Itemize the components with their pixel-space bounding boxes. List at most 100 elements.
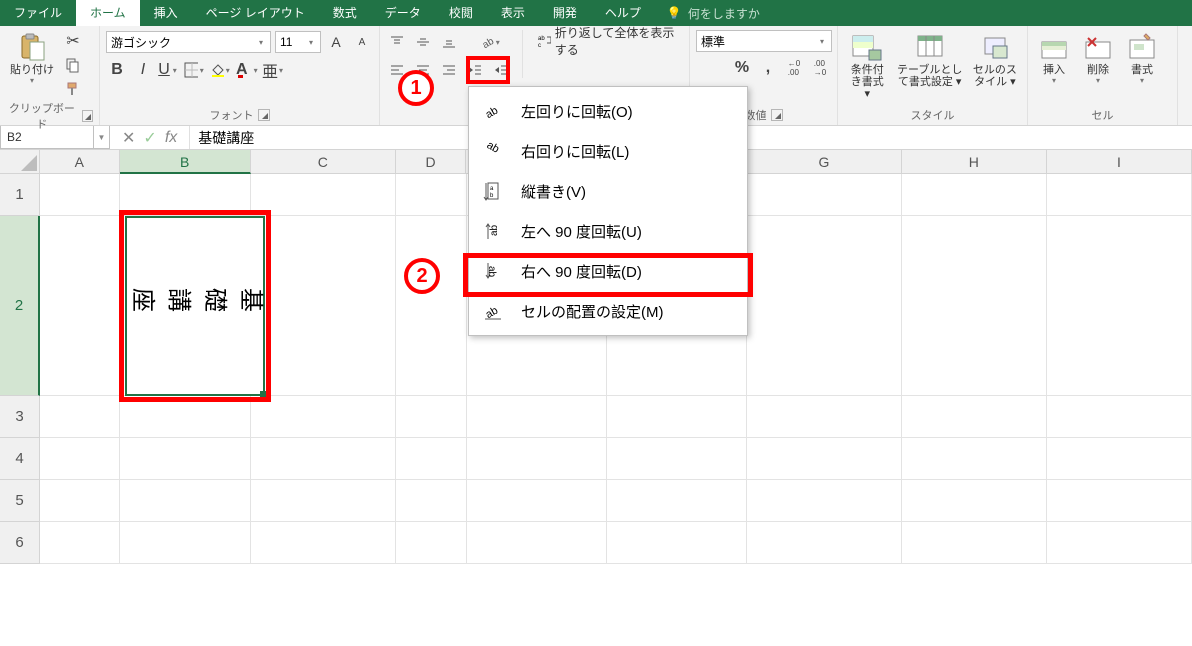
tab-help[interactable]: ヘルプ bbox=[591, 0, 655, 26]
cell-H6[interactable] bbox=[902, 522, 1047, 563]
align-bottom[interactable] bbox=[438, 31, 460, 53]
orient-rotate-down[interactable]: ab 右へ 90 度回転(D) bbox=[469, 251, 747, 291]
orient-rotate-ccw[interactable]: ab 左回りに回転(O) bbox=[469, 91, 747, 131]
cell-A4[interactable] bbox=[40, 438, 120, 479]
cell-D3[interactable] bbox=[396, 396, 467, 437]
comma-button[interactable]: , bbox=[757, 57, 779, 79]
align-right[interactable] bbox=[438, 59, 460, 81]
paste-dd[interactable]: ▾ bbox=[27, 76, 37, 85]
tab-formulas[interactable]: 数式 bbox=[319, 0, 371, 26]
align-top[interactable] bbox=[386, 31, 408, 53]
table-format-button[interactable]: テーブルとして書式設定 ▾ bbox=[892, 30, 966, 90]
row-header-5[interactable]: 5 bbox=[0, 480, 40, 522]
cut-button[interactable]: ✂ bbox=[62, 30, 84, 52]
font-dlg[interactable] bbox=[258, 109, 270, 121]
cell-E5[interactable] bbox=[467, 480, 607, 521]
cell-D1[interactable] bbox=[396, 174, 467, 215]
cell-B1[interactable] bbox=[120, 174, 251, 215]
col-header-B[interactable]: B bbox=[120, 150, 251, 174]
cell-E3[interactable] bbox=[467, 396, 607, 437]
cell-C2[interactable] bbox=[251, 216, 396, 395]
cell-B6[interactable] bbox=[120, 522, 251, 563]
col-header-A[interactable]: A bbox=[40, 150, 120, 174]
bold-button[interactable]: B bbox=[106, 59, 128, 81]
row-header-4[interactable]: 4 bbox=[0, 438, 40, 480]
cell-G6[interactable] bbox=[747, 522, 901, 563]
tab-pagelayout[interactable]: ページ レイアウト bbox=[192, 0, 319, 26]
cell-I5[interactable] bbox=[1047, 480, 1192, 521]
phonetic-button[interactable]: 亜▾ bbox=[262, 59, 284, 81]
paste-button[interactable]: 貼り付け ▾ bbox=[6, 30, 58, 87]
number-format-combo[interactable]: 標準▾ bbox=[696, 30, 832, 52]
wrap-text-button[interactable]: abc 折り返して全体を表示する bbox=[533, 30, 683, 52]
cell-F6[interactable] bbox=[607, 522, 747, 563]
cancel-formula-button[interactable]: ✕ bbox=[122, 128, 135, 148]
cell-G2[interactable] bbox=[747, 216, 901, 395]
clipboard-dlg[interactable] bbox=[82, 110, 93, 122]
cell-B3[interactable] bbox=[120, 396, 251, 437]
cell-A1[interactable] bbox=[40, 174, 120, 215]
tab-data[interactable]: データ bbox=[371, 0, 435, 26]
cell-A2[interactable] bbox=[40, 216, 120, 395]
tab-view[interactable]: 表示 bbox=[487, 0, 539, 26]
decrease-font-button[interactable]: A bbox=[351, 31, 373, 53]
decrease-decimal[interactable]: .00→0 bbox=[809, 57, 831, 79]
cell-A3[interactable] bbox=[40, 396, 120, 437]
tab-home[interactable]: ホーム bbox=[76, 0, 140, 26]
italic-button[interactable]: I bbox=[132, 59, 154, 81]
orient-rotate-up[interactable]: ab 左へ 90 度回転(U) bbox=[469, 211, 747, 251]
borders-button[interactable]: ▾ bbox=[184, 59, 206, 81]
cell-E4[interactable] bbox=[467, 438, 607, 479]
tab-file[interactable]: ファイル bbox=[0, 0, 76, 26]
cell-F3[interactable] bbox=[607, 396, 747, 437]
insert-cells-button[interactable]: 挿入▾ bbox=[1034, 30, 1074, 87]
cell-I4[interactable] bbox=[1047, 438, 1192, 479]
cell-G1[interactable] bbox=[747, 174, 901, 215]
enter-formula-button[interactable]: ✓ bbox=[143, 128, 156, 148]
cell-style-button[interactable]: セルのスタイル ▾ bbox=[969, 30, 1021, 90]
orientation-button[interactable]: ab▾ bbox=[480, 31, 502, 53]
cell-H4[interactable] bbox=[902, 438, 1047, 479]
cell-H3[interactable] bbox=[902, 396, 1047, 437]
cell-H5[interactable] bbox=[902, 480, 1047, 521]
increase-decimal[interactable]: ←0.00 bbox=[783, 57, 805, 79]
decrease-indent[interactable] bbox=[464, 59, 486, 81]
cell-A6[interactable] bbox=[40, 522, 120, 563]
cell-C5[interactable] bbox=[251, 480, 396, 521]
col-header-C[interactable]: C bbox=[251, 150, 396, 174]
col-header-G[interactable]: G bbox=[747, 150, 902, 174]
orient-rotate-cw[interactable]: ab 右回りに回転(L) bbox=[469, 131, 747, 171]
active-cell-b2[interactable]: 基礎講座 bbox=[125, 216, 265, 396]
tab-developer[interactable]: 開発 bbox=[539, 0, 591, 26]
cell-I6[interactable] bbox=[1047, 522, 1192, 563]
cell-G5[interactable] bbox=[747, 480, 901, 521]
cell-D5[interactable] bbox=[396, 480, 467, 521]
font-name-combo[interactable]: 游ゴシック▾ bbox=[106, 31, 271, 53]
underline-button[interactable]: U▾ bbox=[158, 59, 180, 81]
percent-button[interactable]: % bbox=[731, 57, 753, 79]
delete-cells-button[interactable]: 削除▾ bbox=[1078, 30, 1118, 87]
cell-D2[interactable] bbox=[396, 216, 467, 395]
cell-G4[interactable] bbox=[747, 438, 901, 479]
cell-B5[interactable] bbox=[120, 480, 251, 521]
cell-D4[interactable] bbox=[396, 438, 467, 479]
cond-format-button[interactable]: 条件付き書式 ▾ bbox=[844, 30, 890, 102]
row-header-6[interactable]: 6 bbox=[0, 522, 40, 564]
cell-G3[interactable] bbox=[747, 396, 901, 437]
tab-review[interactable]: 校閲 bbox=[435, 0, 487, 26]
align-middle[interactable] bbox=[412, 31, 434, 53]
col-header-D[interactable]: D bbox=[396, 150, 466, 174]
copy-button[interactable] bbox=[62, 54, 84, 76]
cell-C4[interactable] bbox=[251, 438, 396, 479]
cell-B4[interactable] bbox=[120, 438, 251, 479]
format-painter-button[interactable] bbox=[62, 78, 84, 100]
cell-F5[interactable] bbox=[607, 480, 747, 521]
cell-E6[interactable] bbox=[467, 522, 607, 563]
number-dlg[interactable] bbox=[771, 109, 783, 121]
font-size-dd[interactable]: ▾ bbox=[306, 38, 316, 47]
cell-A5[interactable] bbox=[40, 480, 120, 521]
row-header-2[interactable]: 2 bbox=[0, 216, 40, 396]
cell-H2[interactable] bbox=[902, 216, 1047, 395]
tab-insert[interactable]: 挿入 bbox=[140, 0, 192, 26]
fill-color-button[interactable]: ▾ bbox=[210, 59, 232, 81]
